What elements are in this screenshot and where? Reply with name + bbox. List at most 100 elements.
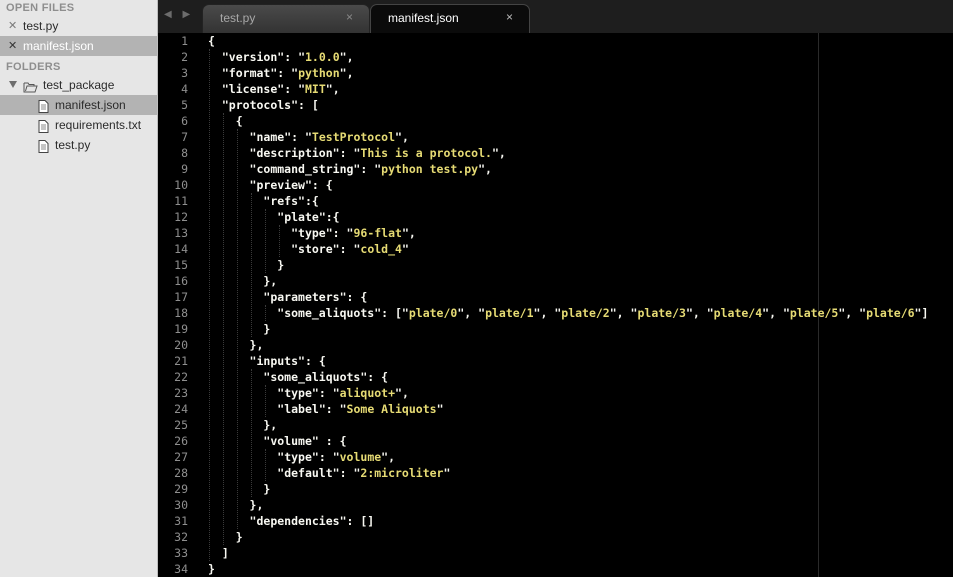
line-number: 14 <box>174 242 188 256</box>
code-line: "store": "cold_4" <box>291 242 409 256</box>
code-line: "refs":{ <box>263 194 319 208</box>
line-number: 26 <box>174 434 188 448</box>
disclosure-triangle-icon[interactable] <box>9 81 17 88</box>
code-line: } <box>208 562 215 576</box>
indent-guide <box>265 385 266 417</box>
file-label: manifest.json <box>55 98 126 112</box>
line-number: 8 <box>181 146 188 160</box>
code-line: "some_aliquots": { <box>263 370 389 384</box>
line-number: 29 <box>174 482 188 496</box>
open-file-item-test-py[interactable]: ✕ test.py <box>0 16 157 36</box>
file-label: requirements.txt <box>55 118 142 132</box>
line-number: 16 <box>174 274 188 288</box>
open-file-label: manifest.json <box>23 39 94 53</box>
code-line: "command_string": "python test.py", <box>249 162 492 176</box>
line-number: 12 <box>174 210 188 224</box>
code-line: }, <box>208 498 264 512</box>
code-line: { <box>208 34 215 48</box>
indent-guide <box>223 113 224 545</box>
line-number: 1 <box>181 34 188 48</box>
line-number-gutter: 1 2 3 4 5 6 7 8 9 10 11 12 13 14 15 16 17 18 19 20 21 22 23 24 2… <box>158 33 188 577</box>
close-icon[interactable]: × <box>346 10 353 24</box>
indent-guide <box>279 225 280 257</box>
open-file-label: test.py <box>23 19 59 33</box>
code-line: "protocols": [ <box>221 98 319 112</box>
tab-nav-arrows-icon[interactable]: ◀ ▶ <box>164 9 194 20</box>
indent-guide <box>265 209 266 273</box>
close-icon[interactable]: ✕ <box>8 36 17 56</box>
close-icon[interactable]: ✕ <box>8 16 17 36</box>
line-number: 17 <box>174 290 188 304</box>
line-number: 13 <box>174 226 188 240</box>
line-number: 22 <box>174 370 188 384</box>
sidebar: OPEN FILES ✕ test.py ✕ manifest.json FOL… <box>0 0 158 577</box>
code-line: "inputs": { <box>249 354 326 368</box>
code-line: } <box>208 482 271 496</box>
code-line: ] <box>208 546 229 560</box>
line-number: 21 <box>174 354 188 368</box>
code-line: } <box>208 530 243 544</box>
line-number: 30 <box>174 498 188 512</box>
line-number: 2 <box>181 50 188 64</box>
file-label: test.py <box>55 138 91 152</box>
line-number: 19 <box>174 322 188 336</box>
tab-manifest-json[interactable]: manifest.json × <box>370 4 530 33</box>
line-number: 18 <box>174 306 188 320</box>
line-number: 34 <box>174 562 188 576</box>
code-line: "dependencies": [] <box>249 514 375 528</box>
indent-guide <box>265 449 266 481</box>
tab-label: manifest.json <box>388 11 459 25</box>
code-line: "type": "96-flat", <box>291 226 416 240</box>
code-line: "default": "2:microliter" <box>277 466 451 480</box>
code-line: "label": "Some Aliquots" <box>277 402 444 416</box>
close-icon[interactable]: × <box>506 10 513 24</box>
line-number: 31 <box>174 514 188 528</box>
folder-file-item-requirements-txt[interactable]: requirements.txt <box>0 115 157 135</box>
indent-guide <box>251 369 252 497</box>
code-line: } <box>208 258 285 272</box>
code-line: "version": "1.0.0", <box>221 50 354 64</box>
line-number: 15 <box>174 258 188 272</box>
line-number: 3 <box>181 66 188 80</box>
line-number: 24 <box>174 402 188 416</box>
tab-test-py[interactable]: test.py × <box>202 4 370 33</box>
line-number: 20 <box>174 338 188 352</box>
folder-item-test-package[interactable]: test_package <box>0 75 157 95</box>
code-line: "preview": { <box>249 178 333 192</box>
code-line: "type": "aliquot+", <box>277 386 409 400</box>
tab-bar: ◀ ▶ test.py × manifest.json × <box>158 0 953 33</box>
line-number: 7 <box>181 130 188 144</box>
code-line: "volume" : { <box>263 434 347 448</box>
code-line: "parameters": { <box>263 290 368 304</box>
folder-label: test_package <box>43 78 115 92</box>
code-editor[interactable]: 1 2 3 4 5 6 7 8 9 10 11 12 13 14 15 16 17 18 19 20 21 22 23 24 2… <box>158 33 953 577</box>
tab-label: test.py <box>220 11 256 25</box>
line-number: 32 <box>174 530 188 544</box>
folders-header: FOLDERS <box>6 61 61 73</box>
open-files-header: OPEN FILES <box>6 2 75 14</box>
line-number: 4 <box>181 82 188 96</box>
line-number: 6 <box>181 114 188 128</box>
code-line: "name": "TestProtocol", <box>249 130 409 144</box>
line-number: 11 <box>174 194 188 208</box>
line-number: 10 <box>174 178 188 192</box>
indent-guide <box>251 193 252 337</box>
folder-file-item-manifest-json[interactable]: manifest.json <box>0 95 157 115</box>
code-line: } <box>208 322 271 336</box>
indent-guide <box>265 305 266 321</box>
code-line: "license": "MIT", <box>221 82 340 96</box>
indent-guide <box>237 129 238 529</box>
line-number: 25 <box>174 418 188 432</box>
line-number: 23 <box>174 386 188 400</box>
code-line: { <box>208 114 243 128</box>
code-area[interactable]: { "version": "1.0.0", "format": "python"… <box>208 33 953 577</box>
code-line: }, <box>208 274 278 288</box>
open-file-item-manifest-json[interactable]: ✕ manifest.json <box>0 36 157 56</box>
line-number: 28 <box>174 466 188 480</box>
line-number: 5 <box>181 98 188 112</box>
line-number: 27 <box>174 450 188 464</box>
code-line: "format": "python", <box>221 66 354 80</box>
code-line: "plate":{ <box>277 210 340 224</box>
folder-file-item-test-py[interactable]: test.py <box>0 135 157 155</box>
line-number: 9 <box>181 162 188 176</box>
